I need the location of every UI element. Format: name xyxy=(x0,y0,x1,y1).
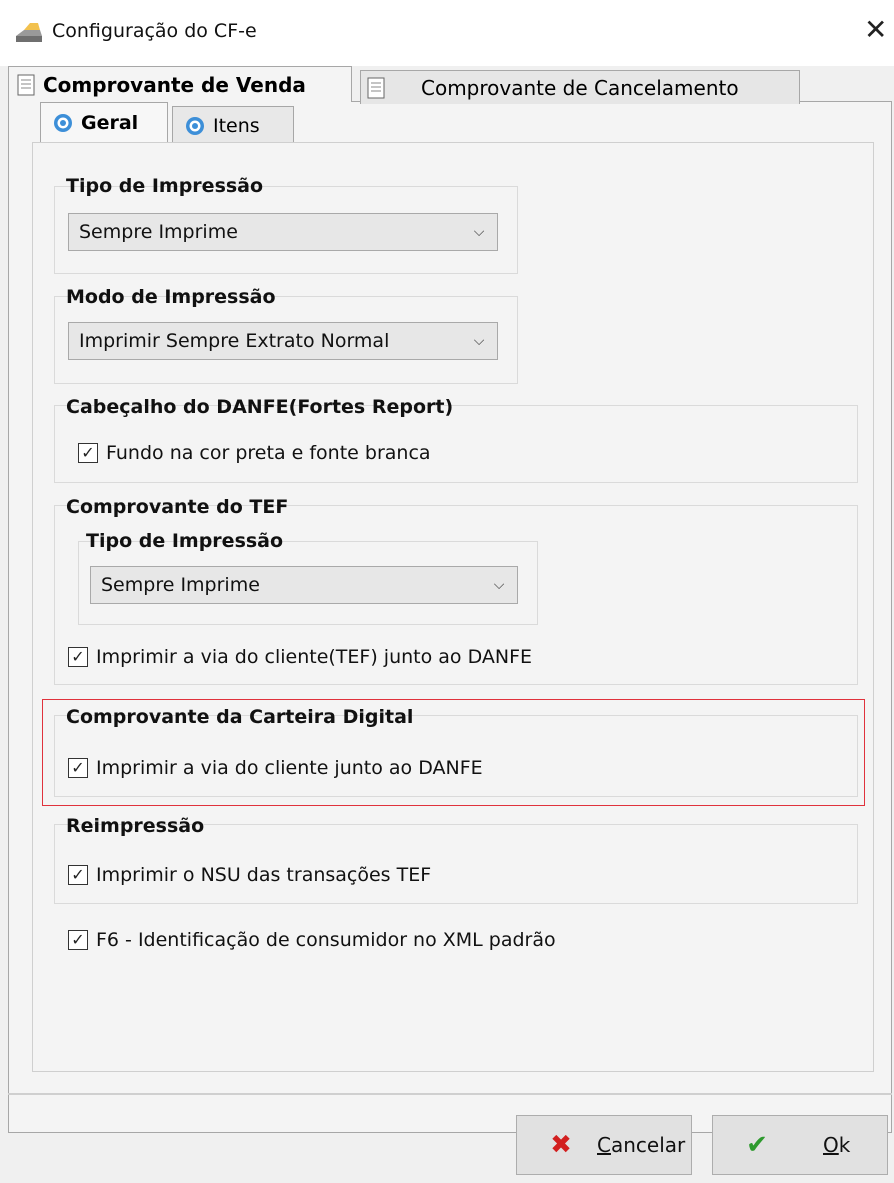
checkbox-box[interactable]: ✓ xyxy=(68,647,88,667)
tab-comprovante-cancelamento[interactable]: Comprovante de Cancelamento xyxy=(360,70,800,104)
ok-button-label: Ok xyxy=(823,1133,851,1157)
tab-itens[interactable]: Itens xyxy=(172,106,294,144)
tab-label: Comprovante de Cancelamento xyxy=(421,75,739,100)
tef-tipo-impressao-select[interactable]: Sempre Imprime ⌵ xyxy=(90,566,518,604)
x-icon: ✖ xyxy=(550,1130,572,1160)
gear-icon xyxy=(54,113,72,132)
checkbox-box[interactable]: ✓ xyxy=(68,865,88,885)
footer-divider xyxy=(8,1093,892,1095)
modo-impressao-select[interactable]: Imprimir Sempre Extrato Normal ⌵ xyxy=(68,322,498,360)
gear-icon xyxy=(186,116,204,135)
tab-label: Geral xyxy=(81,111,139,134)
chevron-down-icon: ⌵ xyxy=(473,224,485,240)
window-title: Configuração do CF-e xyxy=(52,20,257,42)
sub-tab-strip: Geral Itens xyxy=(8,102,892,144)
checkbox-box[interactable]: ✓ xyxy=(68,758,88,778)
group-title-carteira-digital: Comprovante da Carteira Digital xyxy=(66,706,414,728)
checkbox-label: Imprimir a via do cliente junto ao DANFE xyxy=(96,757,483,779)
group-title-tipo-impressao: Tipo de Impressão xyxy=(66,175,264,197)
imprimir-nsu-checkbox[interactable]: ✓ Imprimir o NSU das transações TEF xyxy=(68,864,431,886)
cancel-button[interactable]: ✖ Cancelar xyxy=(516,1115,692,1175)
select-value: Sempre Imprime xyxy=(101,574,260,596)
group-title-reimpressao: Reimpressão xyxy=(66,815,205,837)
checkbox-label: F6 - Identificação de consumidor no XML … xyxy=(96,929,556,951)
document-icon xyxy=(367,77,385,98)
cancel-button-label: Cancelar xyxy=(597,1133,686,1157)
via-cliente-carteira-checkbox[interactable]: ✓ Imprimir a via do cliente junto ao DAN… xyxy=(68,757,483,779)
checkbox-label: Fundo na cor preta e fonte branca xyxy=(106,442,431,464)
f6-identificacao-checkbox[interactable]: ✓ F6 - Identificação de consumidor no XM… xyxy=(68,929,556,951)
check-icon: ✔ xyxy=(746,1130,768,1160)
document-icon xyxy=(17,74,35,95)
checkbox-label: Imprimir o NSU das transações TEF xyxy=(96,864,432,886)
checkbox-box[interactable]: ✓ xyxy=(68,930,88,950)
main-tab-strip: Comprovante de Venda Comprovante de Canc… xyxy=(0,66,894,104)
select-value: Sempre Imprime xyxy=(79,221,238,243)
close-icon[interactable]: ✕ xyxy=(864,16,887,44)
select-value: Imprimir Sempre Extrato Normal xyxy=(79,330,390,352)
group-title-comprovante-tef: Comprovante do TEF xyxy=(66,496,289,518)
checkbox-label: Imprimir a via do cliente(TEF) junto ao … xyxy=(96,646,533,668)
checkbox-box[interactable]: ✓ xyxy=(78,443,98,463)
via-cliente-tef-checkbox[interactable]: ✓ Imprimir a via do cliente(TEF) junto a… xyxy=(68,646,532,668)
group-title-modo-impressao: Modo de Impressão xyxy=(66,286,276,308)
title-bar: Configuração do CF-e ✕ xyxy=(0,0,894,66)
tab-geral[interactable]: Geral xyxy=(40,102,168,142)
chevron-down-icon: ⌵ xyxy=(493,577,505,593)
printer-icon xyxy=(16,23,42,42)
tipo-impressao-select[interactable]: Sempre Imprime ⌵ xyxy=(68,213,498,251)
chevron-down-icon: ⌵ xyxy=(473,333,485,349)
tab-label: Comprovante de Venda xyxy=(43,72,306,97)
fundo-preto-checkbox[interactable]: ✓ Fundo na cor preta e fonte branca xyxy=(78,442,431,464)
group-title-cabecalho-danfe: Cabeçalho do DANFE(Fortes Report) xyxy=(66,396,454,418)
tab-comprovante-venda[interactable]: Comprovante de Venda xyxy=(8,66,352,102)
group-title-tef-tipo-impressao: Tipo de Impressão xyxy=(86,530,284,552)
tab-label: Itens xyxy=(213,114,260,137)
ok-button[interactable]: ✔ Ok xyxy=(712,1115,888,1175)
